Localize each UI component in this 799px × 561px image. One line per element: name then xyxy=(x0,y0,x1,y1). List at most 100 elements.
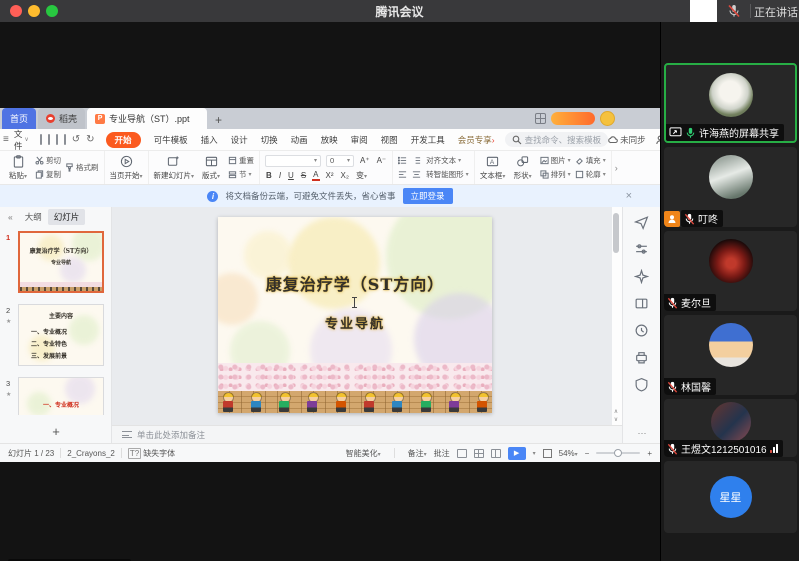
italic-button[interactable]: I xyxy=(278,171,282,180)
slide-thumbnail-2[interactable]: 主要内容 一、专业概况 二、专业特色 三、发展前景 xyxy=(18,304,104,366)
apps-grid-icon[interactable] xyxy=(535,113,546,124)
notice-close-icon[interactable]: × xyxy=(626,190,632,202)
format-painter-button[interactable]: 格式刷 xyxy=(65,162,99,173)
align-text-button[interactable]: 对齐文本▾ xyxy=(426,155,461,166)
slide-thumbnail-1[interactable]: 康复治疗学（ST方向） 专业导航 xyxy=(18,231,104,293)
underline-button[interactable]: U xyxy=(287,171,295,180)
panels-icon[interactable] xyxy=(634,296,650,312)
collapse-panel-icon[interactable]: « xyxy=(8,212,13,222)
arrange-button[interactable]: 排列▾ xyxy=(540,169,571,180)
align-left-icon[interactable] xyxy=(398,170,407,179)
smart-graphic-button[interactable]: 转智能图形▾ xyxy=(426,169,469,180)
menu-start[interactable]: 开始 xyxy=(106,132,141,148)
menu-transition[interactable]: 切换 xyxy=(261,134,278,146)
strip-more-icon[interactable]: ⋯ xyxy=(623,428,661,439)
tab-slides[interactable]: 幻灯片 xyxy=(48,209,86,225)
zoom-out-button[interactable]: − xyxy=(585,449,590,458)
copy-button[interactable]: 复制 xyxy=(35,169,61,180)
printer-box-icon[interactable] xyxy=(634,350,650,366)
shield-icon[interactable] xyxy=(634,377,650,393)
new-slide-button[interactable]: 新建幻灯片▾ xyxy=(154,155,195,181)
tab-home[interactable]: 首页 xyxy=(2,108,36,129)
note-toggle[interactable]: 备注▾ xyxy=(408,448,427,459)
shape-button[interactable]: 形状▾ xyxy=(510,155,536,181)
sorter-view-icon[interactable] xyxy=(474,449,484,458)
scroll-up-icon[interactable]: ∧ xyxy=(614,408,618,415)
zoom-level[interactable]: 54%▾ xyxy=(559,449,578,458)
fill-button[interactable]: 填充▾ xyxy=(575,155,606,166)
save-icon[interactable] xyxy=(40,134,42,145)
increase-font-button[interactable]: A⁺ xyxy=(359,156,371,165)
redo-icon[interactable]: ↻ xyxy=(86,134,94,145)
zoom-in-button[interactable]: + xyxy=(647,449,652,458)
tab-docer[interactable]: 稻壳 xyxy=(38,108,85,129)
cut-button[interactable]: 剪切 xyxy=(35,155,61,166)
magic-star-icon[interactable] xyxy=(634,269,650,285)
notes-bar[interactable]: 单击此处添加备注 xyxy=(112,425,622,443)
file-chevron-icon[interactable]: ∨ xyxy=(24,136,28,143)
hamburger-menu-icon[interactable]: ≡ xyxy=(3,134,9,145)
file-menu[interactable]: 文件 xyxy=(14,128,23,152)
participant-tile[interactable]: 星星 xyxy=(664,461,797,533)
participant-tile[interactable]: 麦尔旦 xyxy=(664,231,797,311)
reset-button[interactable]: 重置 xyxy=(228,155,254,166)
font-color-button[interactable]: A xyxy=(312,170,319,181)
comment-button[interactable]: 批注 xyxy=(434,448,450,459)
vertical-scrollbar[interactable] xyxy=(612,211,620,417)
bold-button[interactable]: B xyxy=(265,171,273,180)
missing-font-label[interactable]: 缺失字体 xyxy=(143,448,175,459)
menu-membership[interactable]: 会员专享› xyxy=(458,134,495,146)
picture-button[interactable]: 图片▾ xyxy=(540,155,571,166)
slide-layout-button[interactable]: 版式▾ xyxy=(198,155,224,181)
scroll-down-icon[interactable]: ∨ xyxy=(614,416,618,423)
login-now-button[interactable]: 立即登录 xyxy=(403,188,453,204)
normal-view-icon[interactable] xyxy=(457,449,467,458)
reading-view-icon[interactable] xyxy=(491,449,501,458)
menu-templates[interactable]: 可牛模板 xyxy=(154,134,188,146)
menu-insert[interactable]: 插入 xyxy=(201,134,218,146)
font-size-select[interactable]: 0▾ xyxy=(326,155,354,167)
subscript-button[interactable]: X₂ xyxy=(340,171,350,180)
participant-tile[interactable]: 王煜文1212501016 xyxy=(664,399,797,457)
sync-status[interactable]: 未同步 xyxy=(608,134,646,146)
menu-review[interactable]: 审阅 xyxy=(351,134,368,146)
current-slide[interactable]: 康复治疗学（ST方向） 专业导航 xyxy=(218,217,492,413)
scrollbar-thumb[interactable] xyxy=(613,213,619,253)
zoom-slider[interactable] xyxy=(596,452,640,454)
play-options-icon[interactable]: ▾ xyxy=(533,450,536,457)
account-avatar[interactable] xyxy=(600,111,615,126)
slideshow-play-button[interactable]: ▶ xyxy=(508,447,526,460)
slide-thumbnail-3[interactable]: 一、专业概况 xyxy=(18,377,104,415)
ribbon-more-button[interactable]: › xyxy=(612,151,621,184)
beautify-button[interactable]: 智能美化▾ xyxy=(346,448,381,459)
tab-outline[interactable]: 大纲 xyxy=(19,209,48,225)
member-promo-pill[interactable] xyxy=(551,112,595,125)
strikethrough-button[interactable]: S xyxy=(300,171,307,180)
bullet-list-icon[interactable] xyxy=(398,156,407,165)
superscript-button[interactable]: X² xyxy=(325,171,335,180)
zoom-knob[interactable] xyxy=(614,449,622,457)
participant-tile[interactable]: 叮咚 xyxy=(664,147,797,227)
clock-icon[interactable] xyxy=(634,323,650,339)
numbered-list-icon[interactable] xyxy=(412,156,421,165)
align-center-icon[interactable] xyxy=(412,170,421,179)
font-family-select[interactable]: ▾ xyxy=(265,155,321,167)
send-plane-icon[interactable] xyxy=(634,215,650,231)
template-name[interactable]: 2_Crayons_2 xyxy=(67,449,115,458)
add-slide-button[interactable]: + xyxy=(0,424,112,439)
export-icon[interactable] xyxy=(48,134,50,145)
properties-sliders-icon[interactable] xyxy=(634,242,650,258)
participant-tile[interactable]: 许海燕的屏幕共享 xyxy=(664,63,797,143)
text-effect-button[interactable]: 变▾ xyxy=(355,170,368,181)
menu-animation[interactable]: 动画 xyxy=(291,134,308,146)
participant-tile[interactable]: 林国馨 xyxy=(664,315,797,395)
menu-devtools[interactable]: 开发工具 xyxy=(411,134,445,146)
outline-button[interactable]: 轮廓▾ xyxy=(575,169,606,180)
tab-document[interactable]: P专业导航（ST）.ppt xyxy=(87,108,207,129)
menu-slideshow[interactable]: 放映 xyxy=(321,134,338,146)
textbox-button[interactable]: A 文本框▾ xyxy=(480,155,506,181)
search-input[interactable]: 查找命令、搜索模板 xyxy=(505,132,609,147)
play-from-current-button[interactable]: 当页开始▾ xyxy=(110,155,143,181)
fit-window-icon[interactable] xyxy=(543,449,552,458)
preview-icon[interactable] xyxy=(64,134,66,145)
